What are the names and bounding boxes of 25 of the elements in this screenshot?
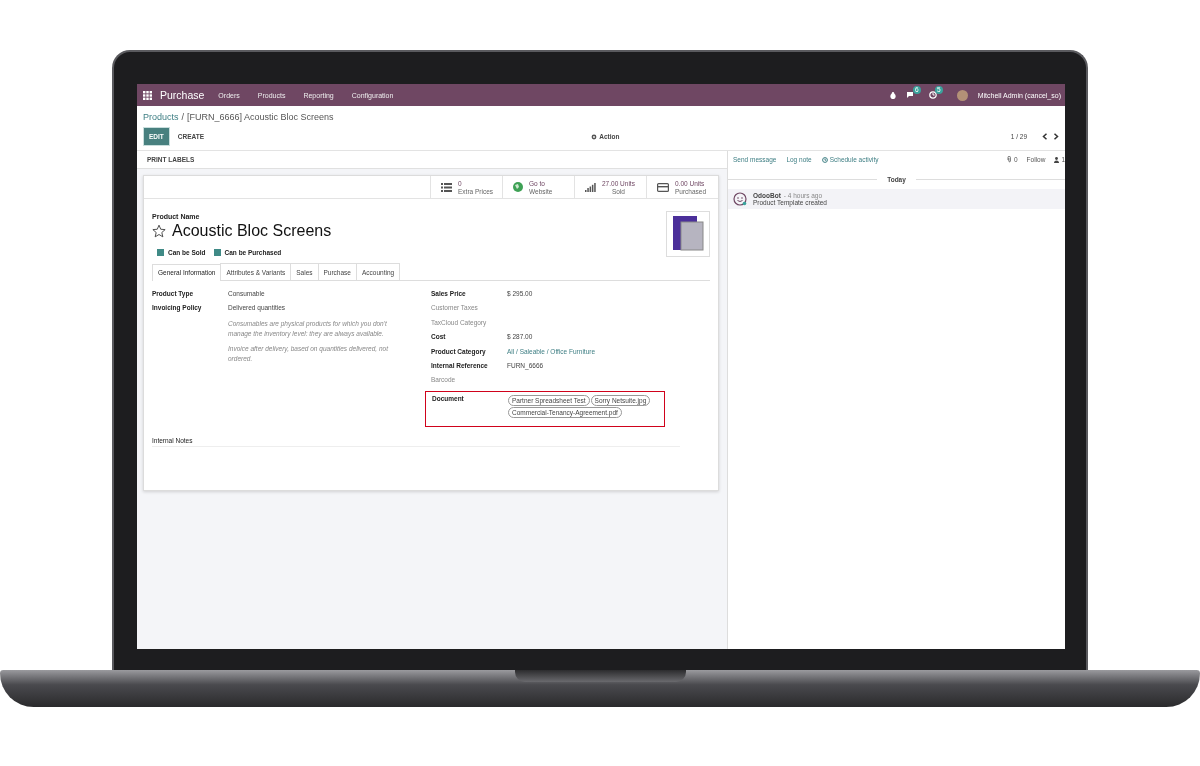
product-image-drawing [666, 211, 710, 257]
app-name[interactable]: Purchase [160, 89, 205, 101]
star-icon[interactable] [152, 224, 166, 238]
checkbox[interactable] [157, 249, 164, 256]
apps-grid-icon[interactable] [143, 90, 152, 100]
bot-avatar-icon [733, 192, 747, 206]
clock-icon[interactable] [928, 91, 937, 99]
chat-icon[interactable] [905, 91, 915, 99]
product-name: Acoustic Bloc Screens [172, 222, 332, 240]
credit-card-icon [657, 182, 669, 192]
breadcrumb-current: [FURN_6666] Acoustic Bloc Screens [187, 112, 334, 122]
breadcrumb-separator: / [181, 112, 185, 122]
signal-bars-icon [585, 182, 596, 192]
person-icon [1054, 156, 1060, 163]
breadcrumb-link[interactable]: Products [143, 112, 179, 122]
globe-icon [513, 182, 523, 192]
user-avatar[interactable] [956, 89, 968, 101]
paperclip-icon [1006, 156, 1012, 163]
gear-icon [591, 133, 598, 140]
clock-icon [821, 156, 828, 163]
checkbox[interactable] [213, 249, 221, 256]
chevron-left-icon[interactable] [1042, 133, 1048, 140]
chevron-right-icon[interactable] [1053, 133, 1059, 140]
bug-icon[interactable] [889, 91, 896, 99]
list-icon [441, 182, 452, 192]
